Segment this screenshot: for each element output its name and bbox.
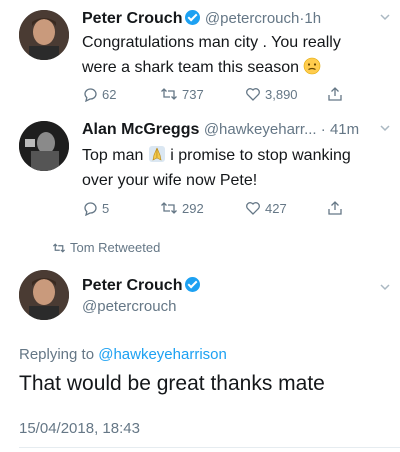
tweet1-retweet-count: 737	[182, 86, 204, 102]
reply-icon	[84, 88, 97, 102]
tweet2-header: Alan McGreggs @hawkeyeharr... · 41m	[82, 121, 359, 139]
avatar-peter-crouch[interactable]	[19, 270, 69, 320]
tweet1-retweet-action[interactable]: 737	[160, 86, 204, 102]
tweet2-retweet-count: 292	[182, 200, 204, 216]
verified-badge-icon	[185, 10, 201, 25]
tweet3-text: That would be great thanks mate	[19, 372, 325, 395]
tweet2-text-part2: i promise to stop wanking	[170, 147, 351, 164]
tweet1-reply-action[interactable]: 62	[82, 86, 116, 102]
tweet1-author-handle[interactable]: @petercrouch	[205, 10, 299, 27]
retweet-icon	[161, 88, 177, 100]
tweet1-text-line1: Congratulations man city . You really	[82, 34, 341, 51]
chevron-down-icon[interactable]	[380, 12, 390, 22]
tweet3-author-name[interactable]: Peter Crouch	[82, 277, 182, 294]
tweet1-reply-count: 62	[102, 86, 117, 102]
tweet3-timestamp[interactable]: 15/04/2018, 18:43	[19, 420, 140, 437]
tweet1-timestamp[interactable]: 1h	[304, 10, 321, 27]
tweet1-author-name[interactable]: Peter Crouch	[82, 10, 182, 27]
tweet1-text-line2: were a shark team this season	[82, 55, 382, 80]
tweet3-author-handle[interactable]: @petercrouch	[82, 298, 176, 315]
tweet2-like-count: 427	[265, 200, 287, 216]
tweet2-text-part1: Top man	[82, 147, 144, 164]
praying-hands-emoji-icon	[148, 146, 165, 162]
retweet-banner-label[interactable]: Tom Retweeted	[70, 240, 160, 255]
tweet1-like-action[interactable]: 3,890	[245, 86, 298, 102]
tweet2-timestamp[interactable]: 41m	[330, 121, 359, 138]
tweet1-like-count: 3,890	[265, 86, 298, 102]
tweet2-dot-separator: ·	[316, 121, 330, 138]
reply-icon	[84, 202, 97, 216]
tweet2-author-name[interactable]: Alan McGreggs	[82, 121, 199, 138]
tweet2-text: Top man i promise to stop wanking over y…	[82, 143, 382, 193]
tweet2-like-action[interactable]: 427	[245, 200, 287, 216]
heart-icon	[246, 202, 260, 215]
tweet2-text-line1: Top man i promise to stop wanking	[82, 143, 382, 168]
avatar-peter-crouch[interactable]	[19, 10, 69, 60]
tweet1-text: Congratulations man city . You really we…	[82, 30, 382, 80]
tweet2-author-handle[interactable]: @hawkeyeharr...	[204, 121, 317, 138]
tweet1-text-line2-content: were a shark team this season	[82, 59, 299, 76]
retweet-icon	[161, 202, 177, 214]
tweet3-header: Peter Crouch	[82, 277, 201, 295]
divider	[19, 447, 400, 448]
tweet2-reply-count: 5	[102, 200, 110, 216]
chevron-down-icon[interactable]	[380, 123, 390, 133]
replying-to-prefix: Replying to	[19, 346, 95, 363]
tweet1-header: Peter Crouch @petercrouch·1h	[82, 10, 321, 28]
tweet2-text-line2: over your wife now Pete!	[82, 172, 258, 189]
share-icon[interactable]	[327, 86, 343, 102]
tweet2-retweet-action[interactable]: 292	[160, 200, 204, 216]
heart-icon	[246, 88, 260, 101]
confused-face-emoji-icon	[304, 57, 321, 75]
share-icon[interactable]	[327, 200, 343, 216]
retweet-icon	[52, 242, 66, 253]
chevron-down-icon[interactable]	[380, 282, 390, 292]
avatar-alan-mcgreggs[interactable]	[19, 121, 69, 171]
tweet3-replying-to: Replying to @hawkeyeharrison	[19, 346, 227, 363]
replying-to-handle-link[interactable]: @hawkeyeharrison	[98, 346, 227, 363]
verified-badge-icon	[185, 277, 201, 292]
retweet-banner: Tom Retweeted	[52, 240, 160, 255]
tweet2-reply-action[interactable]: 5	[82, 200, 109, 216]
